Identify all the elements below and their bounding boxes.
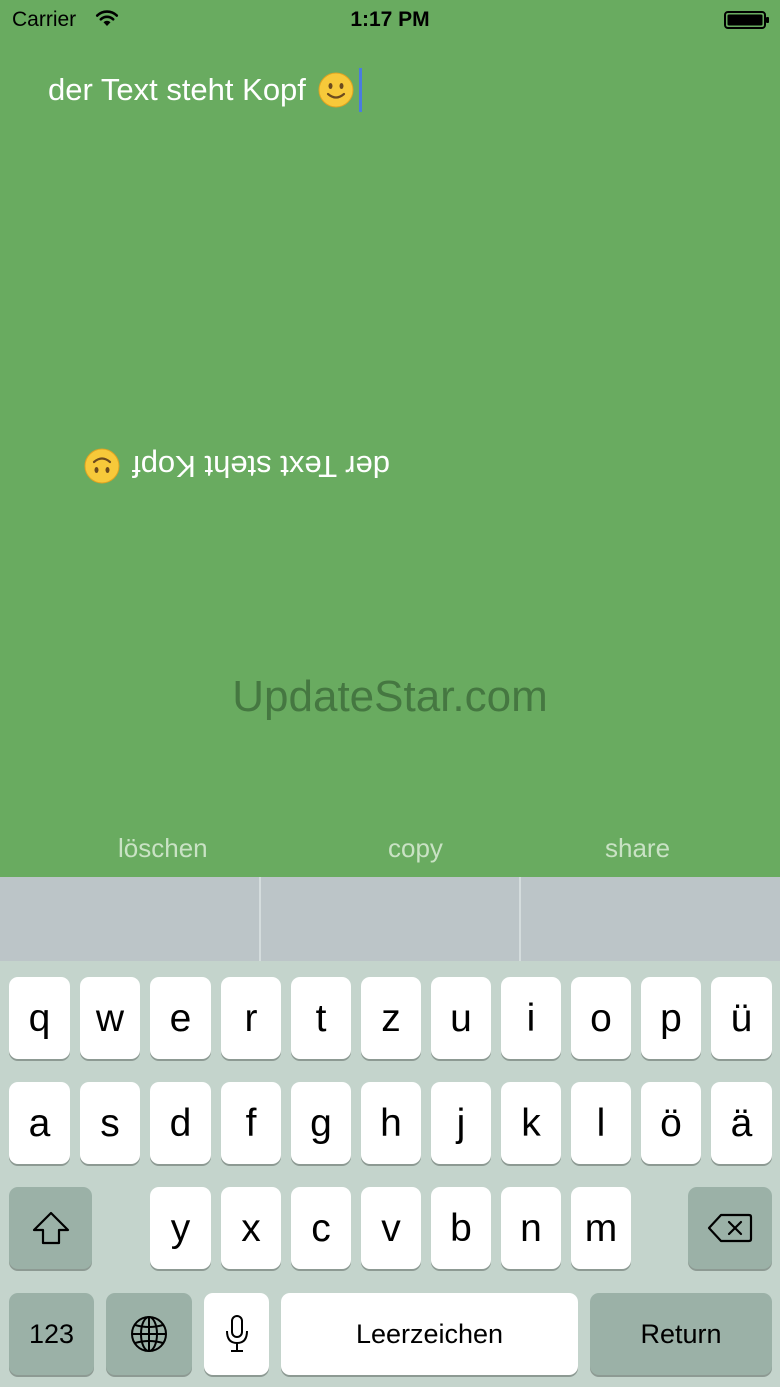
microphone-icon <box>225 1315 248 1352</box>
suggestion-slot[interactable] <box>261 877 522 961</box>
space-key[interactable]: Leerzeichen <box>281 1293 578 1375</box>
key-g[interactable]: g <box>291 1082 351 1164</box>
key-x[interactable]: x <box>221 1187 281 1269</box>
key-w[interactable]: w <box>80 977 140 1059</box>
key-s[interactable]: s <box>80 1082 140 1164</box>
flipped-text: der Text steht Kopf <box>132 449 390 484</box>
globe-key[interactable] <box>106 1293 192 1375</box>
key-n[interactable]: n <box>501 1187 561 1269</box>
dictation-key[interactable] <box>204 1293 269 1375</box>
copy-button[interactable]: copy <box>388 833 443 864</box>
key-i[interactable]: i <box>501 977 561 1059</box>
flipped-output: der Text steht Kopf <box>48 444 390 488</box>
key-l[interactable]: l <box>571 1082 631 1164</box>
watermark: UpdateStar.com <box>232 672 548 721</box>
key-p[interactable]: p <box>641 977 701 1059</box>
share-button[interactable]: share <box>605 833 670 864</box>
status-bar: Carrier 1:17 PM <box>0 0 780 40</box>
key-h[interactable]: h <box>361 1082 421 1164</box>
globe-icon <box>131 1316 167 1352</box>
shift-key[interactable] <box>9 1187 92 1269</box>
suggestion-slot[interactable] <box>0 877 261 961</box>
key-j[interactable]: j <box>431 1082 491 1164</box>
key-m[interactable]: m <box>571 1187 631 1269</box>
key-z[interactable]: z <box>361 977 421 1059</box>
key-e[interactable]: e <box>150 977 211 1059</box>
suggestion-bar <box>0 877 780 961</box>
key-v[interactable]: v <box>361 1187 421 1269</box>
key-r[interactable]: r <box>221 977 281 1059</box>
key-k[interactable]: k <box>501 1082 561 1164</box>
key-t[interactable]: t <box>291 977 351 1059</box>
backspace-icon <box>707 1213 753 1243</box>
key-o[interactable]: o <box>571 977 631 1059</box>
delete-button[interactable]: löschen <box>118 833 208 864</box>
numbers-key[interactable]: 123 <box>9 1293 94 1375</box>
shift-icon <box>32 1211 69 1245</box>
key-c[interactable]: c <box>291 1187 351 1269</box>
suggestion-slot[interactable] <box>521 877 780 961</box>
return-key[interactable]: Return <box>590 1293 772 1375</box>
keyboard: q w e r t z u i o p ü a s d f g h j k l … <box>0 877 780 1387</box>
key-ue[interactable]: ü <box>711 977 772 1059</box>
smiley-icon <box>318 72 354 108</box>
key-a[interactable]: a <box>9 1082 70 1164</box>
battery-icon <box>724 11 769 29</box>
input-text: der Text steht Kopf <box>48 72 306 107</box>
text-cursor <box>358 68 362 112</box>
key-b[interactable]: b <box>431 1187 491 1269</box>
text-input[interactable]: der Text steht Kopf <box>48 68 362 112</box>
key-f[interactable]: f <box>221 1082 281 1164</box>
key-y[interactable]: y <box>150 1187 211 1269</box>
backspace-key[interactable] <box>688 1187 772 1269</box>
clock: 1:17 PM <box>350 8 430 31</box>
key-ae[interactable]: ä <box>711 1082 772 1164</box>
key-d[interactable]: d <box>150 1082 211 1164</box>
key-oe[interactable]: ö <box>641 1082 701 1164</box>
smiley-icon <box>84 448 120 484</box>
key-u[interactable]: u <box>431 977 491 1059</box>
key-q[interactable]: q <box>9 977 70 1059</box>
